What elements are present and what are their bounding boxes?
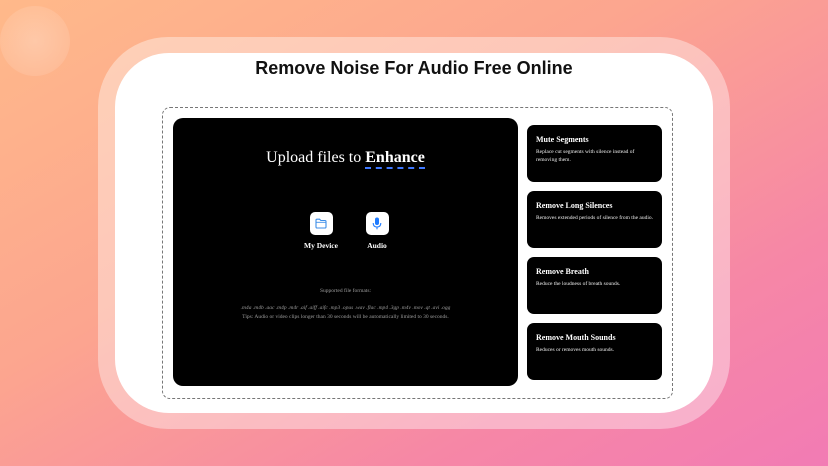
my-device-label: My Device (304, 241, 338, 250)
feature-description: Removes extended periods of silence from… (536, 215, 653, 221)
upload-heading-prefix: Upload files to (266, 149, 366, 166)
feature-remove-long-silences[interactable]: Remove Long Silences Removes extended pe… (527, 191, 662, 248)
feature-remove-mouth-sounds[interactable]: Remove Mouth Sounds Reduces or removes m… (527, 323, 662, 380)
feature-description: Reduce the loudness of breath sounds. (536, 281, 621, 287)
audio-button[interactable]: Audio (347, 212, 407, 250)
feature-description: Replace cut segments with silence instea… (536, 149, 635, 163)
upload-panel: Upload files to Enhance My Device Audio … (173, 118, 518, 386)
upload-heading-accent: Enhance (365, 149, 425, 169)
page-title: Remove Noise For Audio Free Online (255, 58, 573, 78)
upload-tips: Tips: Audio or video clips longer than 3… (242, 314, 449, 320)
feature-remove-breath[interactable]: Remove Breath Reduce the loudness of bre… (527, 257, 662, 314)
upload-heading: Upload files to Enhance (173, 149, 518, 169)
feature-title: Remove Breath (536, 267, 589, 276)
feature-mute-segments[interactable]: Mute Segments Replace cut segments with … (527, 125, 662, 182)
feature-title: Mute Segments (536, 135, 589, 144)
feature-description: Reduces or removes mouth sounds. (536, 347, 615, 353)
microphone-icon (365, 212, 389, 235)
feature-title: Remove Mouth Sounds (536, 333, 616, 342)
feature-title: Remove Long Silences (536, 201, 613, 210)
decorative-circle (0, 6, 70, 76)
audio-label: Audio (367, 241, 387, 250)
formats-list: .m4a .m4b .aac .m4p .m4r .aif .aiff .aif… (240, 305, 451, 311)
formats-label: Supported file formats: (319, 288, 372, 294)
folder-icon (309, 212, 333, 235)
my-device-button[interactable]: My Device (291, 212, 351, 250)
